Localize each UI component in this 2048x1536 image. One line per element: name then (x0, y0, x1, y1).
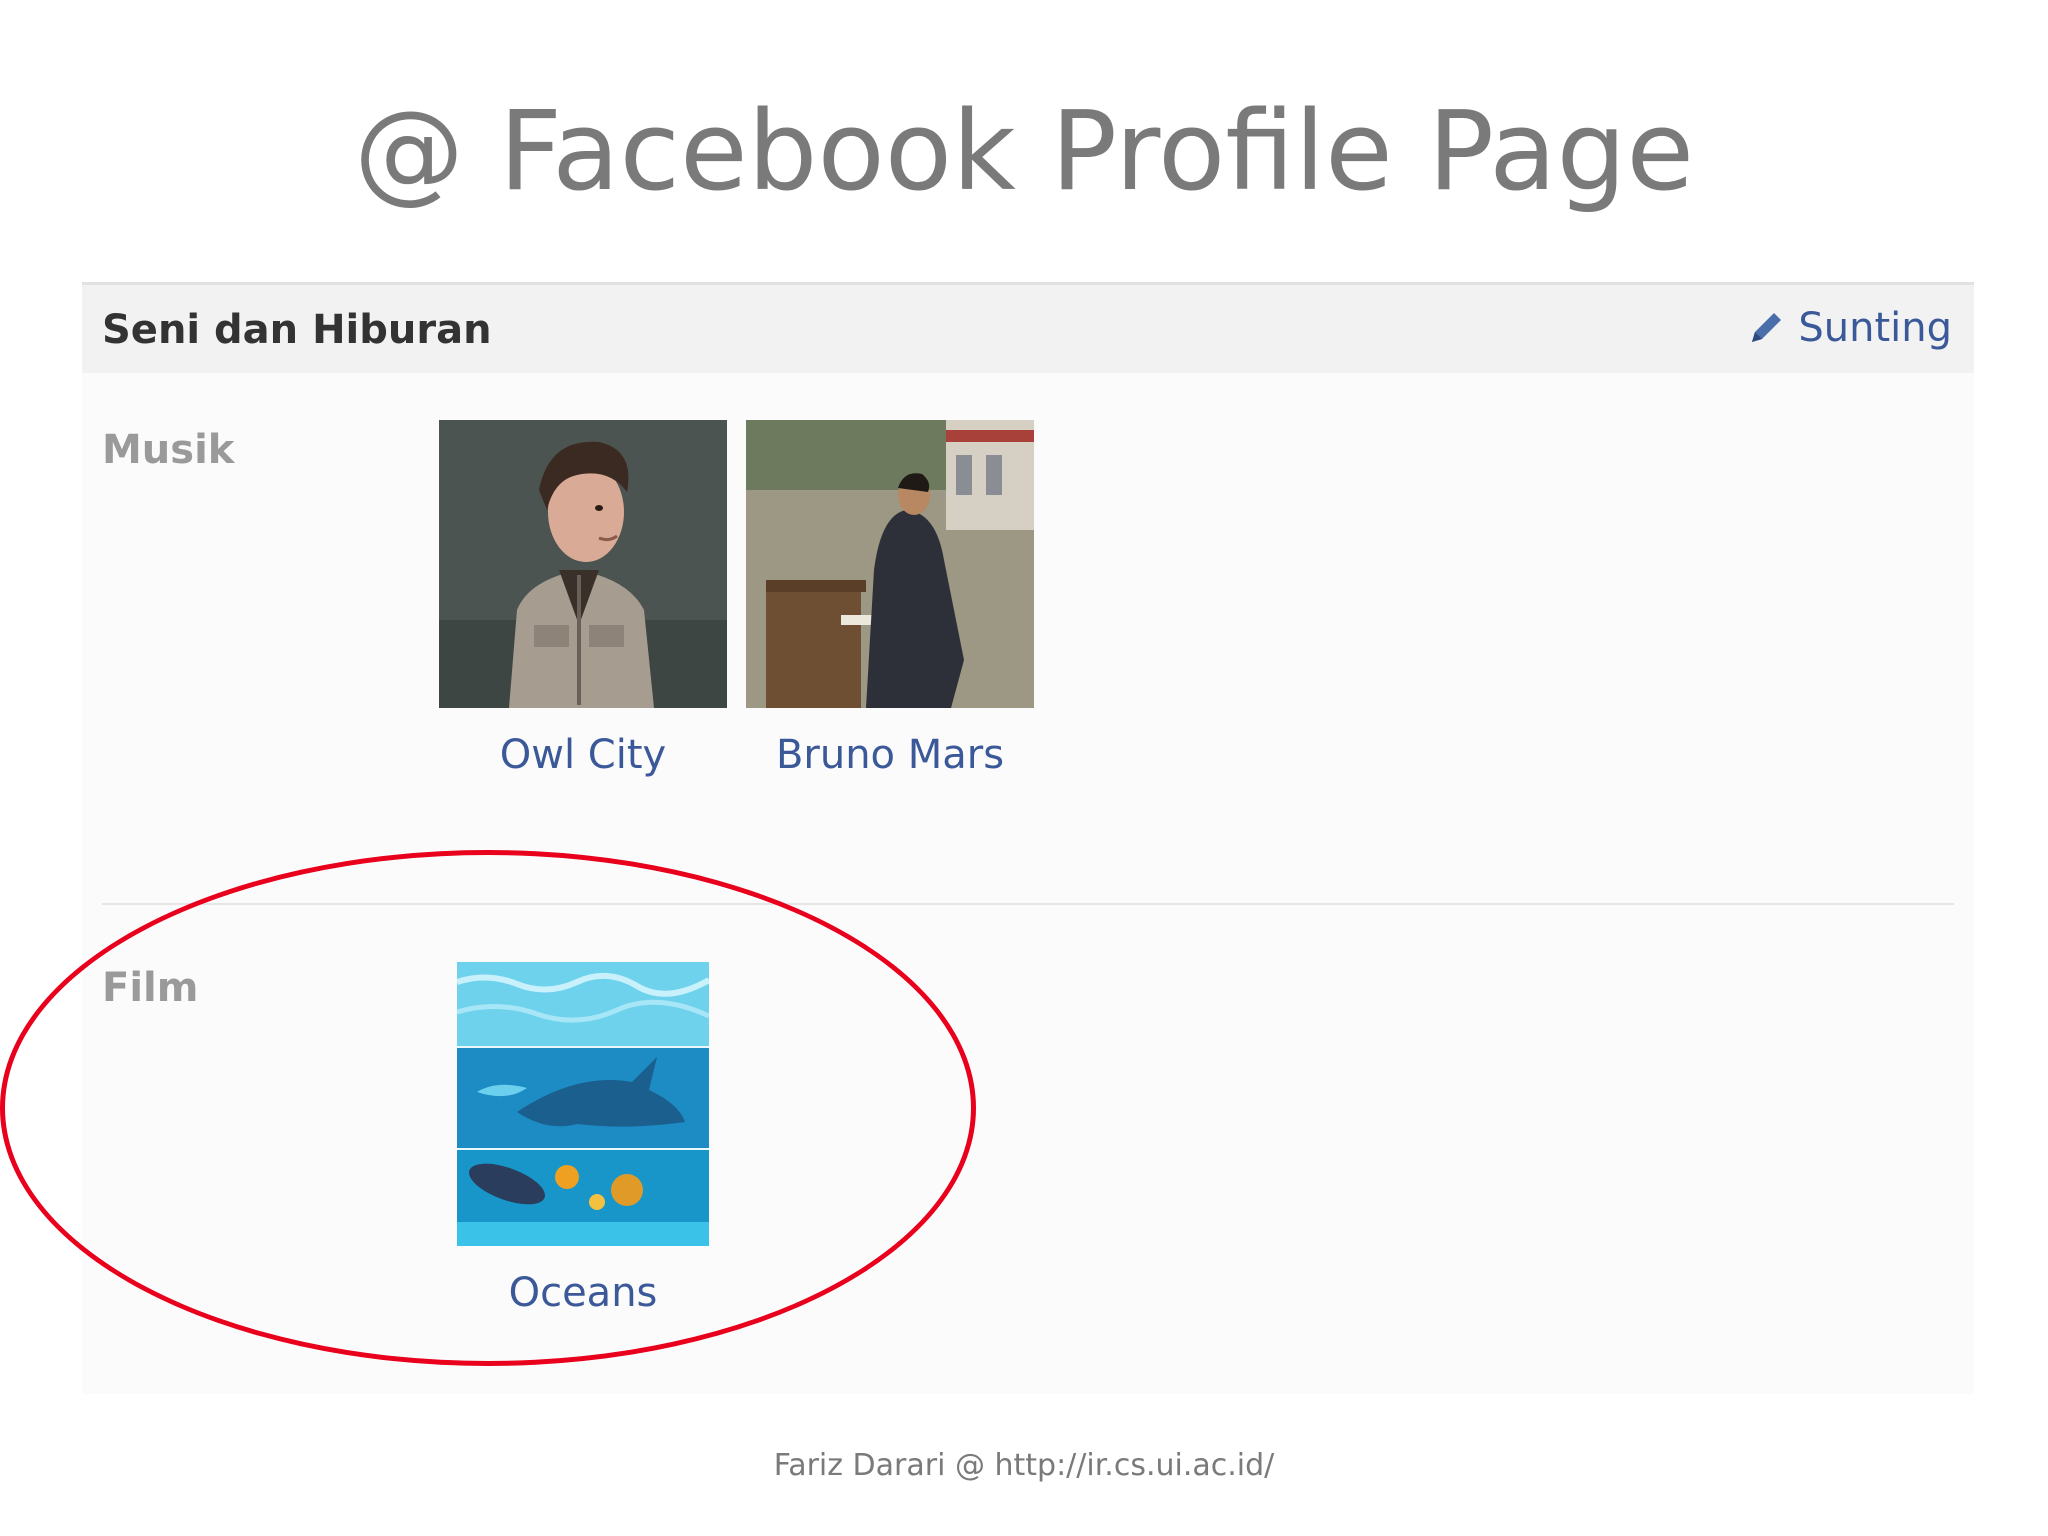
music-item-owl-city[interactable]: Owl City (439, 420, 727, 778)
section-label-film: Film (102, 965, 199, 1011)
section-label-music: Musik (102, 427, 235, 473)
pencil-icon (1752, 313, 1782, 342)
panel-title: Seni dan Hiburan (102, 307, 492, 353)
slide-footer: Fariz Darari @ http://ir.cs.ui.ac.id/ (773, 1448, 1275, 1483)
owl-city-photo (439, 420, 727, 708)
item-label: Bruno Mars (775, 732, 1005, 778)
panel-header: Seni dan Hiburan Sunting (82, 282, 1974, 373)
edit-button[interactable]: Sunting (1746, 305, 1952, 351)
item-label: Owl City (499, 732, 667, 778)
slide-title: @ Facebook Profile Page (353, 87, 1695, 215)
film-item-oceans[interactable]: Oceans (457, 962, 709, 1316)
oceans-poster (457, 962, 709, 1246)
arts-entertainment-panel: Seni dan Hiburan Sunting Musik Owl City (82, 282, 1974, 1394)
edit-label: Sunting (1798, 305, 1952, 351)
section-divider (102, 903, 1954, 905)
bruno-mars-photo (746, 420, 1034, 708)
music-item-bruno-mars[interactable]: Bruno Mars (746, 420, 1034, 778)
item-label: Oceans (508, 1270, 658, 1316)
